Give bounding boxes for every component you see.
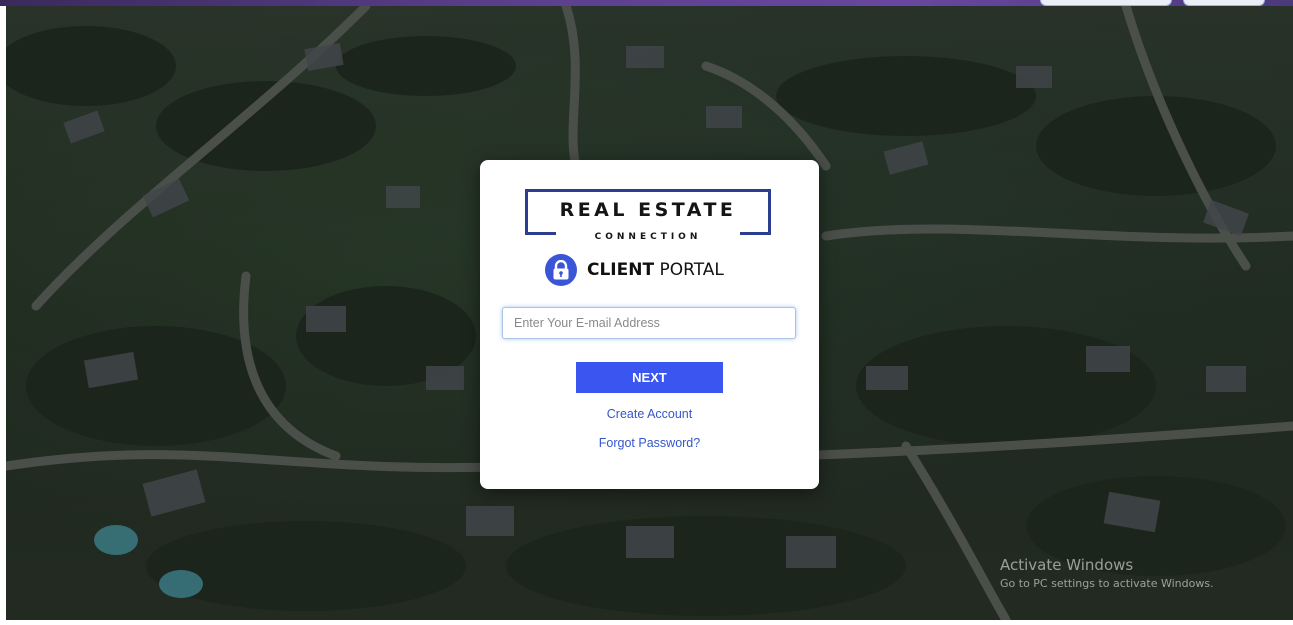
logo-subtitle: CONNECTION — [594, 232, 702, 242]
forgot-password-link[interactable]: Forgot Password? — [480, 436, 819, 450]
padlock-icon — [545, 254, 577, 286]
email-field[interactable] — [502, 307, 796, 339]
watermark-title: Activate Windows — [1000, 556, 1134, 574]
client-portal-heading: CLIENT PORTAL — [545, 253, 724, 287]
windows-activation-watermark: Activate Windows Go to PC settings to ac… — [1000, 556, 1214, 590]
watermark-subtitle: Go to PC settings to activate Windows. — [1000, 577, 1214, 590]
create-account-link[interactable]: Create Account — [480, 407, 819, 421]
portal-label: PORTAL — [654, 260, 724, 280]
brand-logo: REAL ESTATE CONNECTION — [525, 189, 771, 242]
logo-title: REAL ESTATE — [559, 199, 737, 221]
portal-label-bold: CLIENT — [587, 260, 655, 280]
login-card: REAL ESTATE CONNECTION CLIENT PORTAL NEX… — [480, 160, 819, 489]
next-button[interactable]: NEXT — [576, 362, 723, 393]
page-bottom-strip — [0, 620, 1293, 625]
